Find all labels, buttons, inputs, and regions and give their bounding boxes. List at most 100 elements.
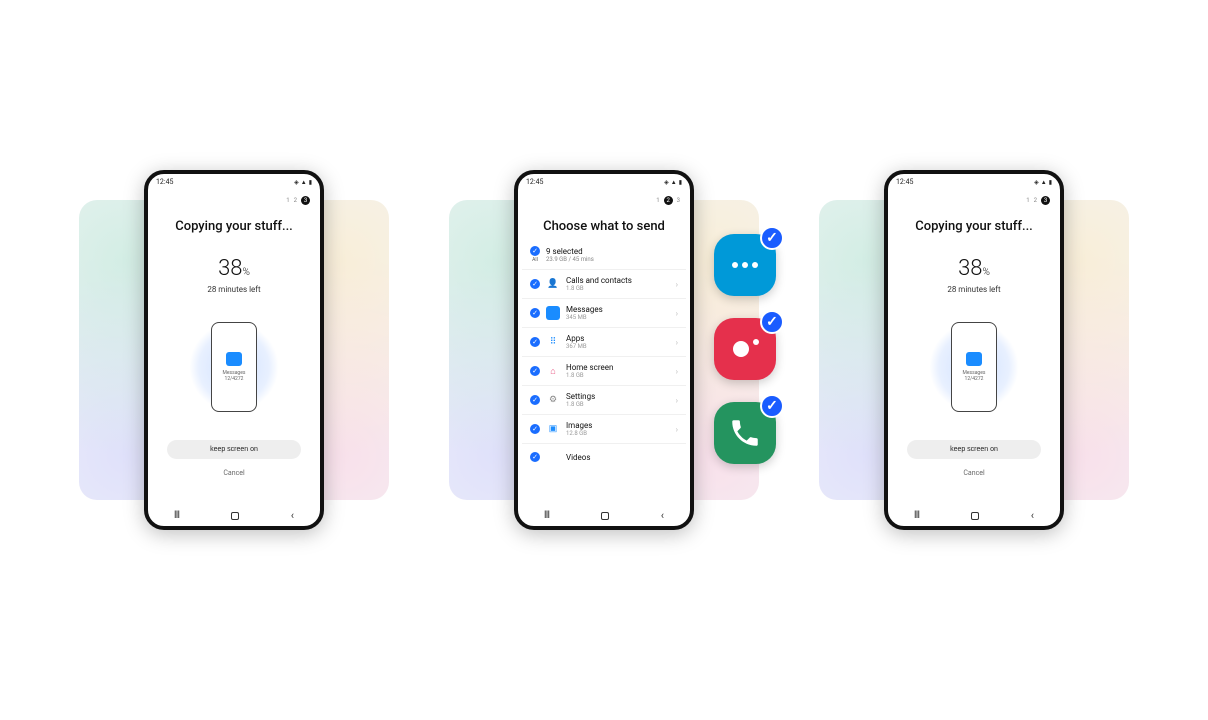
content-list: ✓ 👤 Calls and contacts1.8 GB › ✓ Message… <box>518 269 690 470</box>
step-1: 1 <box>286 197 289 204</box>
chevron-right-icon: › <box>676 309 678 318</box>
recent-apps-button[interactable]: III <box>544 510 549 521</box>
status-icons: ◈ ▲ ▮ <box>294 179 312 186</box>
signal-icon: ▲ <box>1041 179 1047 186</box>
phone-frame: 12:45 ◈ ▲ ▮ 1 2 3 Copying your stuff... … <box>144 170 324 530</box>
step-indicator: 1 2 3 <box>888 186 1060 205</box>
status-time: 12:45 <box>526 178 543 186</box>
messages-icon <box>226 352 242 366</box>
item-size: 345 MB <box>566 314 670 321</box>
step-3-active: 3 <box>301 196 310 205</box>
phone-mockup-3: 12:45 ◈ ▲ ▮ 1 2 3 Copying your stuff... … <box>884 170 1064 530</box>
videos-icon <box>546 450 560 464</box>
item-label: Apps <box>566 334 670 343</box>
progress-block: 38% 28 minutes left <box>148 256 320 294</box>
item-label: Calls and contacts <box>566 276 670 285</box>
back-button[interactable]: ‹ <box>291 509 294 522</box>
transfer-graphic: Messages12/4272 <box>924 312 1024 422</box>
item-label: Settings <box>566 392 670 401</box>
mini-phone-icon: Messages12/4272 <box>951 322 997 412</box>
messages-app-badge: ✓ <box>714 234 776 296</box>
chevron-right-icon: › <box>676 425 678 434</box>
status-time: 12:45 <box>896 178 913 186</box>
selected-size: 23.9 GB / 45 mins <box>546 256 594 263</box>
current-app-label: Messages12/4272 <box>223 370 246 382</box>
recent-apps-button[interactable]: III <box>914 510 919 521</box>
keep-screen-on-button[interactable]: keep screen on <box>167 440 301 459</box>
phone-icon <box>728 416 762 450</box>
chevron-right-icon: › <box>676 367 678 376</box>
status-bar: 12:45 ◈ ▲ ▮ <box>518 174 690 186</box>
item-label: Home screen <box>566 363 670 372</box>
camera-app-badge: ✓ <box>714 318 776 380</box>
summary-text: 9 selected 23.9 GB / 45 mins <box>546 247 594 263</box>
phone-mockup-1: 12:45 ◈ ▲ ▮ 1 2 3 Copying your stuff... … <box>144 170 324 530</box>
step-indicator: 1 2 3 <box>518 186 690 205</box>
check-icon: ✓ <box>760 394 784 418</box>
list-item[interactable]: ✓ ⠿ Apps367 MB › <box>522 327 686 356</box>
cancel-link[interactable]: Cancel <box>148 469 320 477</box>
wifi-icon: ◈ <box>664 179 669 186</box>
status-time: 12:45 <box>156 178 173 186</box>
mini-phone-icon: Messages12/4272 <box>211 322 257 412</box>
status-icons: ◈ ▲ ▮ <box>1034 179 1052 186</box>
keep-screen-on-button[interactable]: keep screen on <box>907 440 1041 459</box>
step-1: 1 <box>656 197 659 204</box>
page-title: Copying your stuff... <box>888 219 1060 234</box>
check-icon: ✓ <box>530 337 540 347</box>
status-bar: 12:45 ◈ ▲ ▮ <box>888 174 1060 186</box>
step-indicator: 1 2 3 <box>148 186 320 205</box>
check-icon: ✓ <box>530 279 540 289</box>
all-label: All <box>532 257 538 263</box>
selection-summary: ✓ All 9 selected 23.9 GB / 45 mins <box>518 234 690 269</box>
mockup-row: 12:45 ◈ ▲ ▮ 1 2 3 Copying your stuff... … <box>0 170 1208 530</box>
check-icon: ✓ <box>530 395 540 405</box>
page-title: Copying your stuff... <box>148 219 320 234</box>
gear-icon: ⚙ <box>546 393 560 407</box>
recent-apps-button[interactable]: III <box>174 510 179 521</box>
android-navbar: III ‹ <box>148 509 320 522</box>
contacts-icon: 👤 <box>546 277 560 291</box>
home-button[interactable] <box>601 512 609 520</box>
item-size: 1.8 GB <box>566 401 670 408</box>
select-all-toggle[interactable]: ✓ All <box>530 246 540 263</box>
progress-percent: 38% <box>888 256 1060 281</box>
wifi-icon: ◈ <box>294 179 299 186</box>
check-icon: ✓ <box>530 452 540 462</box>
item-label: Images <box>566 421 670 430</box>
list-item[interactable]: ✓ ⌂ Home screen1.8 GB › <box>522 356 686 385</box>
item-size: 1.8 GB <box>566 285 670 292</box>
status-icons: ◈ ▲ ▮ <box>664 179 682 186</box>
list-item[interactable]: ✓ 👤 Calls and contacts1.8 GB › <box>522 269 686 298</box>
back-button[interactable]: ‹ <box>1031 509 1034 522</box>
check-icon: ✓ <box>530 246 540 256</box>
item-size: 12.8 GB <box>566 430 670 437</box>
messages-icon <box>546 306 560 320</box>
progress-percent: 38% <box>148 256 320 281</box>
check-icon: ✓ <box>530 366 540 376</box>
list-item[interactable]: ✓ ⚙ Settings1.8 GB › <box>522 385 686 414</box>
step-2: 2 <box>1034 197 1037 204</box>
selected-count: 9 selected <box>546 247 594 256</box>
transfer-graphic: Messages12/4272 <box>184 312 284 422</box>
list-item[interactable]: ✓ Videos <box>522 443 686 470</box>
battery-icon: ▮ <box>679 179 682 186</box>
check-icon: ✓ <box>530 308 540 318</box>
app-badges-group: ✓ ✓ ✓ <box>714 234 776 464</box>
battery-icon: ▮ <box>1049 179 1052 186</box>
cancel-link[interactable]: Cancel <box>888 469 1060 477</box>
home-button[interactable] <box>231 512 239 520</box>
step-3-active: 3 <box>1041 196 1050 205</box>
list-item[interactable]: ✓ Messages345 MB › <box>522 298 686 327</box>
check-icon: ✓ <box>760 310 784 334</box>
back-button[interactable]: ‹ <box>661 509 664 522</box>
current-app-label: Messages12/4272 <box>963 370 986 382</box>
list-item[interactable]: ✓ ▣ Images12.8 GB › <box>522 414 686 443</box>
status-bar: 12:45 ◈ ▲ ▮ <box>148 174 320 186</box>
check-icon: ✓ <box>760 226 784 250</box>
item-size: 367 MB <box>566 343 670 350</box>
item-size: 1.8 GB <box>566 372 670 379</box>
wifi-icon: ◈ <box>1034 179 1039 186</box>
home-button[interactable] <box>971 512 979 520</box>
step-2-active: 2 <box>664 196 673 205</box>
